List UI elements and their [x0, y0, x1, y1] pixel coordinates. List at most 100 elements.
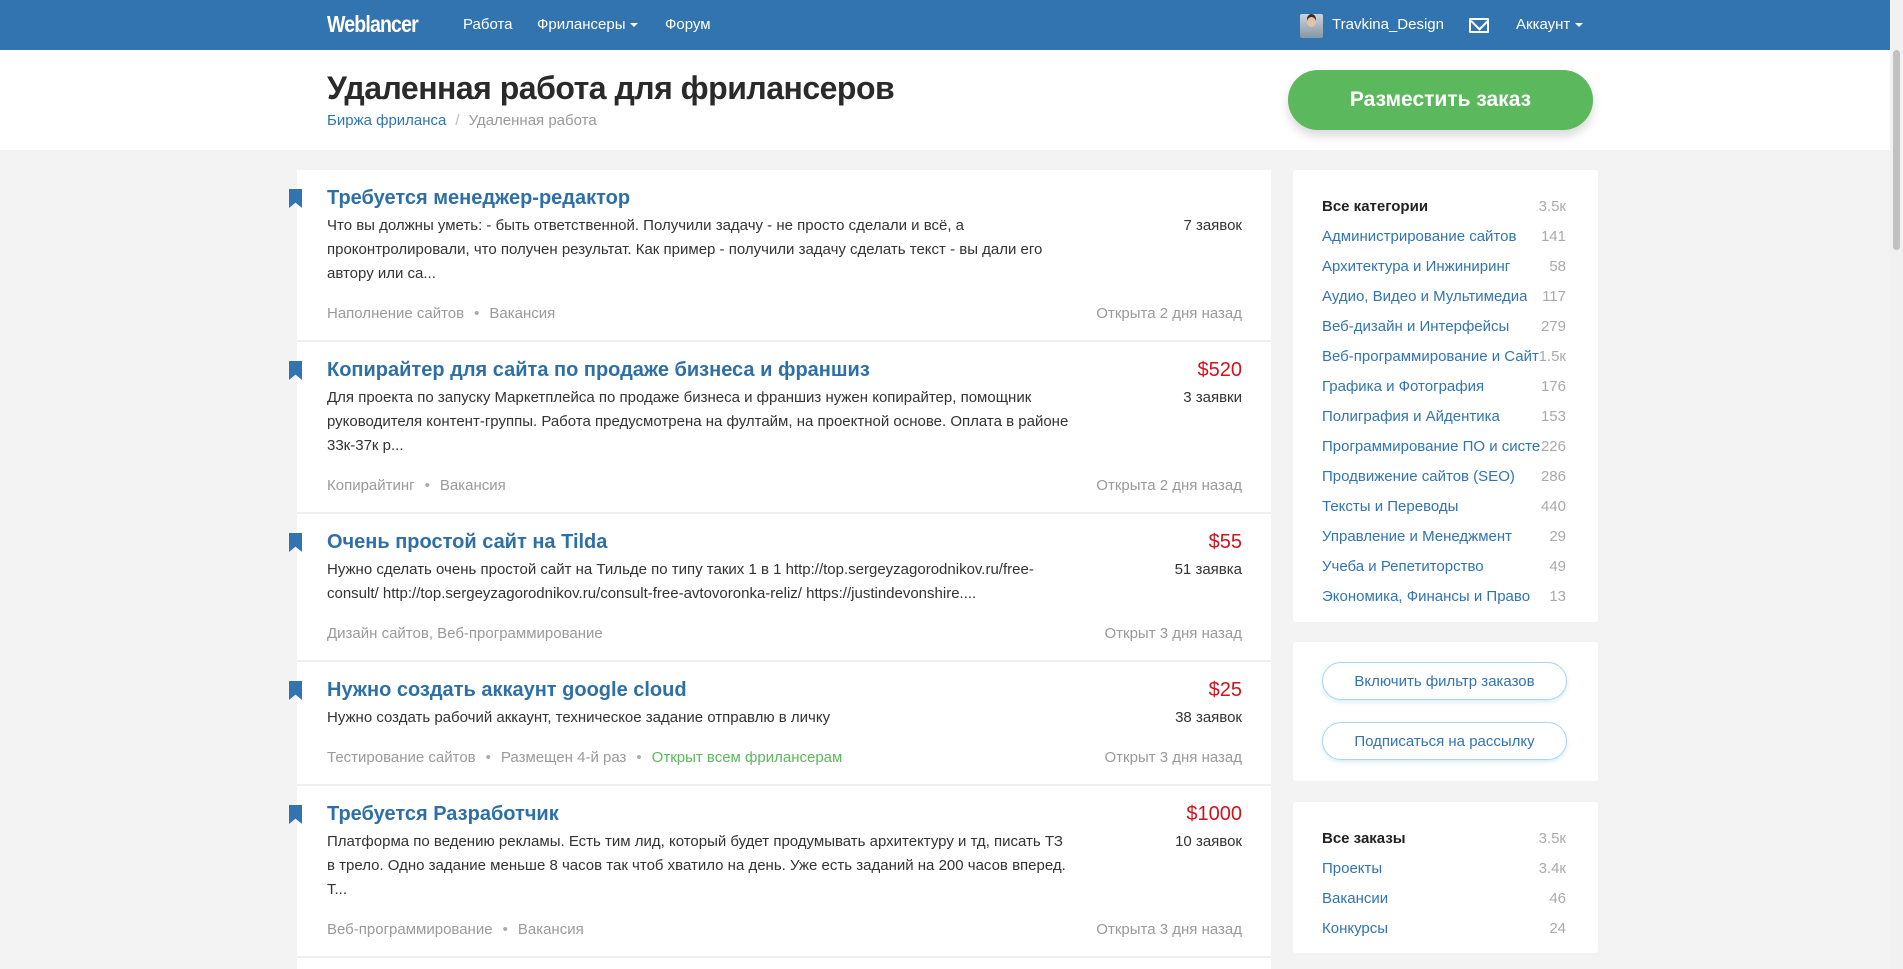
orders-item[interactable]: Конкурсы 24	[1322, 914, 1566, 944]
job-row: Очень простой сайт на Tilda $55 51 заявка Н…	[289, 514, 1271, 662]
job-tag[interactable]: Тестирование сайтов	[327, 749, 476, 766]
orders-item[interactable]: Проекты 3.4к	[1322, 854, 1566, 884]
separator-dot: •	[502, 921, 508, 938]
subscribe-button[interactable]: Подписаться на рассылку	[1322, 722, 1567, 760]
categories-item[interactable]: Графика и Фотография 176	[1322, 372, 1566, 402]
bookmark-icon[interactable]	[289, 189, 302, 208]
job-title[interactable]: Требуется Разработчик	[327, 802, 1242, 826]
job-row: Требуется менеджер-редактор 7 заявок Что в…	[289, 170, 1271, 342]
categories-label[interactable]: Веб-дизайн и Интерфейсы	[1322, 312, 1509, 342]
separator-dot: •	[424, 477, 430, 494]
categories-count: 279	[1540, 318, 1566, 335]
top-navbar: Weblancer Работа Фрилансеры Форум Travki…	[0, 0, 1890, 50]
categories-label[interactable]: Программирование ПО и систем	[1322, 432, 1541, 462]
categories-label[interactable]: Администрирование сайтов	[1322, 222, 1516, 252]
job-tag[interactable]: Копирайтинг	[327, 477, 415, 494]
orders-item[interactable]: Все заказы 3.5к	[1322, 824, 1566, 854]
orders-item[interactable]: Вакансии 46	[1322, 884, 1566, 914]
categories-item[interactable]: Администрирование сайтов 141	[1322, 222, 1566, 252]
categories-item[interactable]: Продвижение сайтов (SEO) 286	[1322, 462, 1566, 492]
categories-item[interactable]: Аудио, Видео и Мультимедиа 117	[1322, 282, 1566, 312]
bookmark-icon[interactable]	[289, 681, 302, 700]
job-meta: Тестирование сайтов • Размещен 4-й раз • Отк…	[327, 746, 1242, 770]
categories-label[interactable]: Полиграфия и Айдентика	[1322, 402, 1500, 432]
nav-freelancers[interactable]: Фрилансеры	[537, 16, 639, 33]
nav-account[interactable]: Аккаунт	[1516, 16, 1584, 33]
orders-label[interactable]: Все заказы	[1322, 824, 1406, 854]
caret-down-icon	[1575, 23, 1584, 28]
job-time: Открыт 3 дня назад	[1104, 625, 1242, 642]
breadcrumb: Биржа фриланса / Удаленная работа	[327, 112, 597, 129]
categories-item[interactable]: Программирование ПО и систем 226	[1322, 432, 1566, 462]
job-bids: 51 заявка	[1174, 561, 1242, 578]
categories-label[interactable]: Веб-программирование и Сайты	[1322, 342, 1539, 372]
categories-label[interactable]: Продвижение сайтов (SEO)	[1322, 462, 1515, 492]
job-time: Открыта 2 дня назад	[1096, 477, 1242, 494]
orders-count: 46	[1549, 890, 1566, 907]
page-header: Удаленная работа для фрилансеров Биржа ф…	[0, 50, 1890, 150]
logo[interactable]: Weblancer	[327, 11, 419, 38]
nav-forum[interactable]: Форум	[665, 16, 711, 33]
categories-label[interactable]: Управление и Менеджмент	[1322, 522, 1512, 552]
bookmark-icon[interactable]	[289, 361, 302, 380]
categories-item[interactable]: Управление и Менеджмент 29	[1322, 522, 1566, 552]
nav-username[interactable]: Travkina_Design	[1332, 16, 1444, 33]
job-time: Открыта 3 дня назад	[1096, 921, 1242, 938]
orders-label[interactable]: Проекты	[1322, 854, 1382, 884]
job-description: Для проекта по запуску Маркетплейса по п…	[327, 389, 1069, 454]
job-tag[interactable]: Веб-программирование	[327, 921, 493, 938]
categories-count: 226	[1540, 438, 1566, 455]
separator-dot: •	[636, 749, 642, 766]
orders-count: 24	[1549, 920, 1566, 937]
categories-label[interactable]: Аудио, Видео и Мультимедиа	[1322, 282, 1527, 312]
job-meta: Дизайн сайтов, Веб-программирование Откры…	[327, 622, 1242, 646]
orders-label[interactable]: Вакансии	[1322, 884, 1388, 914]
categories-label[interactable]: Учеба и Репетиторство	[1322, 552, 1484, 582]
categories-item[interactable]: Все категории 3.5к	[1322, 192, 1566, 222]
job-description: Что вы должны уметь: - быть ответственно…	[327, 217, 1043, 282]
job-tag: Вакансия	[439, 477, 506, 494]
categories-panel: Все категории 3.5к Администрирование сайто…	[1293, 170, 1598, 622]
categories-item[interactable]: Архитектура и Инжиниринг 58	[1322, 252, 1566, 282]
job-row: Адекватная верстка	[297, 958, 1271, 969]
job-title[interactable]: Требуется менеджер-редактор	[327, 186, 1242, 210]
categories-item[interactable]: Полиграфия и Айдентика 153	[1322, 402, 1566, 432]
job-title[interactable]: Очень простой сайт на Tilda	[327, 530, 1242, 554]
enable-filter-button[interactable]: Включить фильтр заказов	[1322, 662, 1567, 700]
categories-item[interactable]: Веб-дизайн и Интерфейсы 279	[1322, 312, 1566, 342]
order-types-panel: Все заказы 3.5к Проекты 3.4к Вакансии 46 Конку…	[1293, 802, 1598, 953]
categories-label[interactable]: Экономика, Финансы и Право	[1322, 582, 1530, 612]
categories-item[interactable]: Веб-программирование и Сайты 1.5к	[1322, 342, 1566, 372]
categories-label[interactable]: Архитектура и Инжиниринг	[1322, 252, 1510, 282]
breadcrumb-separator: /	[455, 112, 460, 129]
job-title[interactable]: Копирайтер для сайта по продаже бизнеса …	[327, 358, 1242, 382]
categories-count: 29	[1549, 528, 1566, 545]
avatar[interactable]	[1300, 14, 1323, 38]
categories-item[interactable]: Экономика, Финансы и Право 13	[1322, 582, 1566, 612]
job-bids: 7 заявок	[1183, 217, 1242, 234]
job-tag: Вакансия	[489, 305, 556, 322]
bookmark-icon[interactable]	[289, 533, 302, 552]
job-title[interactable]: Нужно создать аккаунт google cloud	[327, 678, 1242, 702]
breadcrumb-home[interactable]: Биржа фриланса	[327, 112, 446, 129]
job-bids: 38 заявок	[1175, 709, 1242, 726]
scrollbar[interactable]	[1890, 0, 1903, 969]
categories-item[interactable]: Тексты и Переводы 440	[1322, 492, 1566, 522]
categories-label[interactable]: Графика и Фотография	[1322, 372, 1484, 402]
job-tag[interactable]: Дизайн сайтов, Веб-программирование	[327, 625, 603, 642]
categories-label[interactable]: Тексты и Переводы	[1322, 492, 1458, 522]
nav-work[interactable]: Работа	[463, 16, 513, 33]
open-to-all-badge: Открыт всем фрилансерам	[651, 749, 843, 766]
job-tag[interactable]: Наполнение сайтов	[327, 305, 464, 322]
categories-count: 141	[1540, 228, 1566, 245]
categories-item[interactable]: Учеба и Репетиторство 49	[1322, 552, 1566, 582]
mail-icon[interactable]	[1469, 18, 1489, 33]
job-list: Требуется менеджер-редактор 7 заявок Что в…	[289, 170, 1271, 969]
job-description: Платформа по ведению рекламы. Есть тим л…	[327, 833, 1066, 898]
orders-label[interactable]: Конкурсы	[1322, 914, 1388, 944]
post-order-button[interactable]: Разместить заказ	[1288, 70, 1593, 130]
bookmark-icon[interactable]	[289, 805, 302, 824]
job-description: Нужно создать рабочий аккаунт, техническ…	[327, 709, 831, 726]
categories-label[interactable]: Все категории	[1322, 192, 1428, 222]
scrollbar-thumb[interactable]	[1893, 50, 1900, 250]
